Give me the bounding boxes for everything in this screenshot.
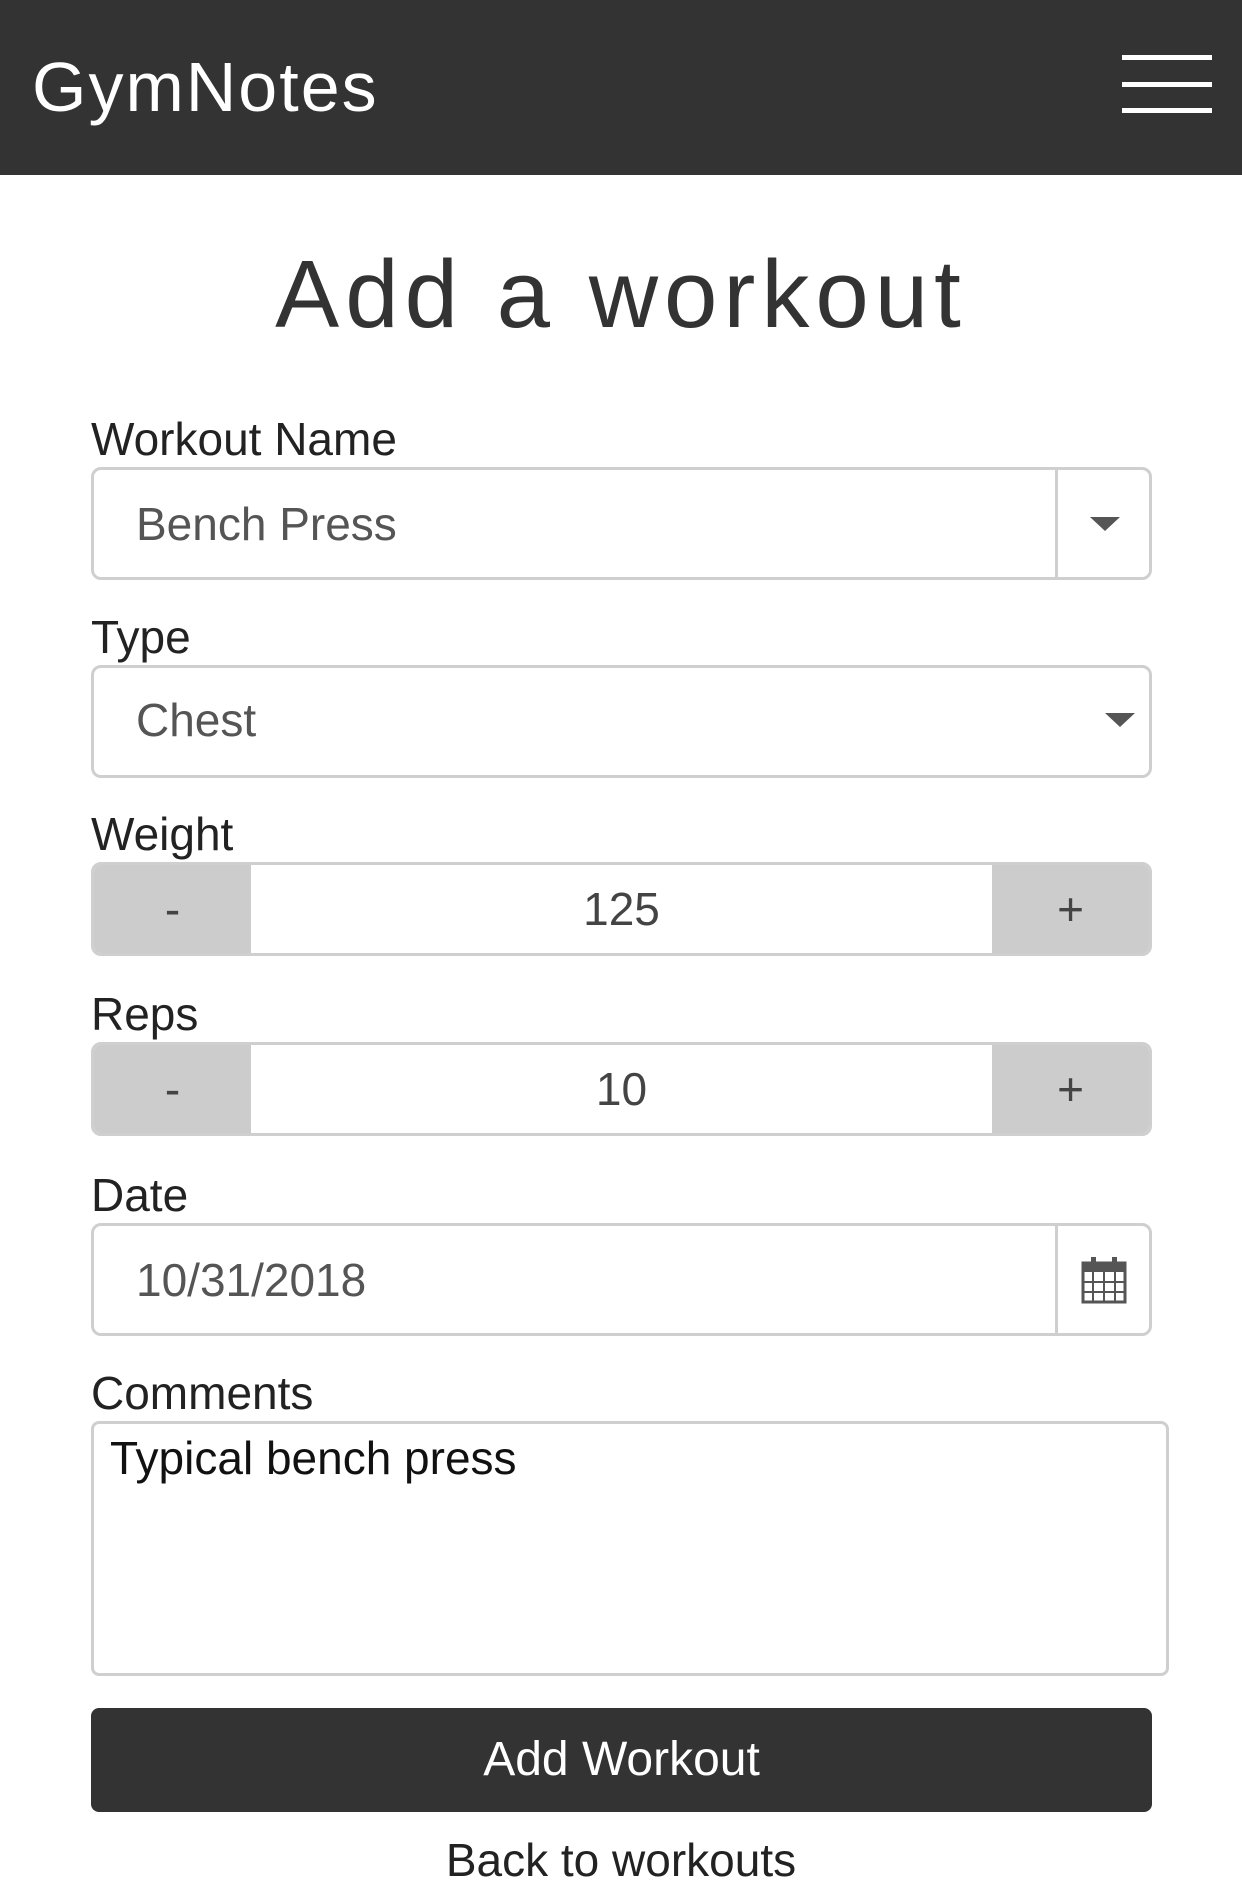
weight-increment-button[interactable]: + (992, 865, 1149, 953)
type-value: Chest (136, 694, 257, 746)
hamburger-bar (1122, 108, 1212, 113)
reps-increment-button[interactable]: + (992, 1045, 1149, 1133)
type-select[interactable]: Chest (91, 665, 1152, 778)
date-input[interactable]: 10/31/2018 (91, 1223, 1152, 1336)
weight-label: Weight (91, 808, 234, 860)
date-label: Date (91, 1169, 189, 1221)
add-workout-button[interactable]: Add Workout (91, 1708, 1152, 1812)
date-value: 10/31/2018 (136, 1254, 367, 1306)
workout-name-select[interactable]: Bench Press (91, 467, 1152, 580)
reps-input[interactable]: 10 (251, 1045, 992, 1133)
hamburger-bar (1122, 55, 1212, 60)
weight-stepper: - 125 + (91, 862, 1152, 956)
weight-input[interactable]: 125 (251, 865, 992, 953)
caret-down-icon (1090, 517, 1120, 531)
reps-label: Reps (91, 988, 199, 1040)
navbar: GymNotes (0, 0, 1242, 175)
reps-decrement-button[interactable]: - (94, 1045, 251, 1133)
hamburger-bar (1122, 82, 1212, 87)
workout-name-label: Workout Name (91, 413, 397, 465)
calendar-icon (1081, 1257, 1127, 1304)
weight-decrement-button[interactable]: - (94, 865, 251, 953)
page-title: Add a workout (275, 241, 967, 348)
type-label: Type (91, 611, 191, 663)
date-picker-button[interactable] (1055, 1226, 1149, 1333)
comments-label: Comments (91, 1367, 314, 1419)
back-to-workouts-link[interactable]: Back to workouts (0, 1832, 1242, 1888)
brand-logo[interactable]: GymNotes (32, 44, 379, 130)
caret-down-icon (1105, 713, 1135, 727)
hamburger-menu-icon[interactable] (1122, 55, 1212, 113)
comments-textarea[interactable]: Typical bench press (91, 1421, 1169, 1676)
workout-name-value: Bench Press (136, 498, 397, 550)
workout-name-dropdown-button[interactable] (1055, 470, 1149, 577)
reps-stepper: - 10 + (91, 1042, 1152, 1136)
